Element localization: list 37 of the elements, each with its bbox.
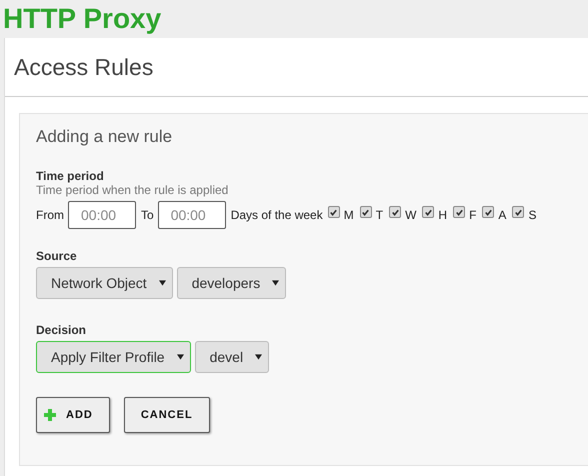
time-field[interactable]: 00:00 <box>68 201 136 229</box>
day-checkbox[interactable] <box>453 206 466 218</box>
add-button[interactable]: ADD <box>36 397 110 433</box>
caret-icon <box>158 280 166 286</box>
plus-icon <box>44 409 56 421</box>
caret-icon <box>272 280 280 286</box>
days-label: Days of the week <box>230 208 323 222</box>
field-label: Time period <box>36 169 105 183</box>
caret-icon <box>176 354 184 360</box>
caret-icon <box>255 354 262 360</box>
cancel-button[interactable]: CANCEL <box>124 397 210 433</box>
help-text: Time period when the rule is applied <box>36 183 230 197</box>
day-label: F <box>469 208 476 222</box>
day-checkbox[interactable] <box>482 206 494 218</box>
day-label: T <box>376 208 384 222</box>
day-label: A <box>498 208 506 222</box>
select-dropdown[interactable]: Network Object <box>36 267 173 299</box>
form-title: Adding a new rule <box>36 127 174 147</box>
day-label: H <box>438 208 448 222</box>
app-title: HTTP Proxy <box>3 3 162 35</box>
field-label: Source <box>36 249 78 263</box>
page-title: Access Rules <box>14 54 154 80</box>
day-checkbox[interactable] <box>389 206 402 218</box>
day-label: W <box>405 208 416 222</box>
to-label: To <box>141 208 154 222</box>
day-checkbox[interactable] <box>422 206 434 218</box>
select-dropdown[interactable]: developers <box>176 267 286 299</box>
day-checkbox[interactable] <box>328 206 340 218</box>
field-label: Decision <box>36 323 88 337</box>
select-dropdown[interactable]: devel <box>194 341 270 373</box>
day-label: S <box>528 208 536 222</box>
from-label: From <box>36 208 64 222</box>
select-dropdown[interactable]: Apply Filter Profile <box>36 341 191 373</box>
day-label: M <box>344 208 354 222</box>
day-checkbox[interactable] <box>360 206 372 218</box>
time-field[interactable]: 00:00 <box>158 201 226 229</box>
day-checkbox[interactable] <box>512 206 524 218</box>
